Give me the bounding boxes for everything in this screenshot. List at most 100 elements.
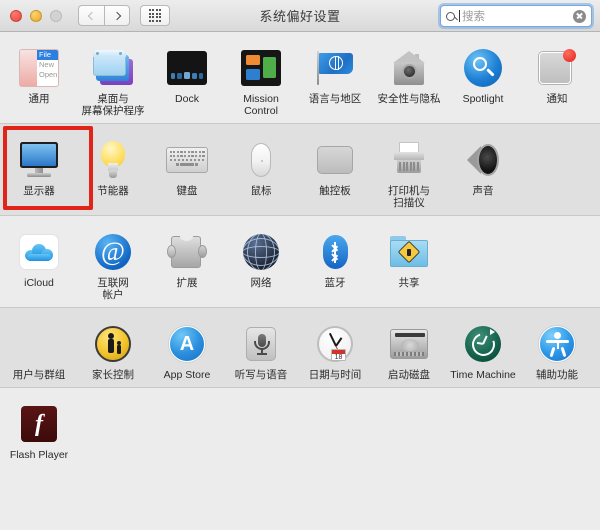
pref-item-startup-disk[interactable]: 启动磁盘 xyxy=(372,318,446,381)
pref-item-label: Flash Player xyxy=(9,449,69,461)
displays-icon xyxy=(17,138,61,182)
time-machine-icon xyxy=(461,322,505,366)
keyboard-icon xyxy=(165,138,209,182)
pref-item-sharing[interactable]: 共享 xyxy=(372,226,446,301)
pref-item-icloud[interactable]: iCloud xyxy=(2,226,76,301)
desktop-screensaver-icon xyxy=(91,46,135,90)
startup-disk-icon xyxy=(387,322,431,366)
pref-row-hardware: 显示器 节能器 键盘 鼠标 触控板 打印机与 扫描仪 声音 xyxy=(0,124,600,216)
mission-control-icon xyxy=(239,46,283,90)
text-caret xyxy=(459,10,460,22)
pref-item-label: 用户与群组 xyxy=(12,369,66,381)
pref-item-extensions[interactable]: 扩展 xyxy=(150,226,224,301)
pref-item-label: 互联网 帐户 xyxy=(97,277,129,301)
users-groups-icon xyxy=(17,322,61,366)
pref-item-notifications[interactable]: 通知 xyxy=(520,42,594,117)
pref-item-spotlight[interactable]: Spotlight xyxy=(446,42,520,117)
pref-item-label: 通用 xyxy=(28,93,50,105)
pref-item-parental-controls[interactable]: 家长控制 xyxy=(76,318,150,381)
pref-item-app-store[interactable]: A App Store xyxy=(150,318,224,381)
date-badge: 18 xyxy=(334,353,343,361)
pref-item-dock[interactable]: Dock xyxy=(150,42,224,117)
pref-item-label: 通知 xyxy=(546,93,568,105)
sound-icon xyxy=(461,138,505,182)
pref-item-label: 网络 xyxy=(250,277,272,289)
pref-item-label: Spotlight xyxy=(462,93,504,105)
pref-item-label: Dock xyxy=(175,93,199,105)
chevron-left-icon xyxy=(87,11,96,20)
dictation-speech-icon xyxy=(239,322,283,366)
pref-item-label: 日期与时间 xyxy=(308,369,362,381)
forward-button[interactable] xyxy=(104,5,130,26)
extensions-icon xyxy=(165,230,209,274)
show-all-button[interactable] xyxy=(140,5,170,26)
pref-row-personal: File New Open 通用 桌面与 屏幕保护程序 Dock Mission… xyxy=(0,32,600,124)
pref-item-bluetooth[interactable]: 蓝牙 xyxy=(298,226,372,301)
pref-row-internet-wireless: iCloud @ 互联网 帐户 扩展 网络 蓝牙 共享 xyxy=(0,216,600,308)
security-privacy-icon xyxy=(387,46,431,90)
pref-item-label: Time Machine xyxy=(450,369,516,381)
pref-item-label: 节能器 xyxy=(97,185,129,197)
pref-item-sound[interactable]: 声音 xyxy=(446,134,520,209)
pref-item-desktop-screensaver[interactable]: 桌面与 屏幕保护程序 xyxy=(76,42,150,117)
navigation-button-group xyxy=(78,5,130,26)
pref-item-printers-scanners[interactable]: 打印机与 扫描仪 xyxy=(372,134,446,209)
pref-item-date-time[interactable]: 18 日期与时间 xyxy=(298,318,372,381)
pref-item-label: 鼠标 xyxy=(250,185,272,197)
pref-item-label: 安全性与隐私 xyxy=(377,93,441,105)
pref-item-label: 键盘 xyxy=(176,185,198,197)
pref-item-label: 蓝牙 xyxy=(324,277,346,289)
search-field-wrapper[interactable]: 搜索 xyxy=(440,5,592,27)
preferences-grid: File New Open 通用 桌面与 屏幕保护程序 Dock Mission… xyxy=(0,32,600,530)
trackpad-icon xyxy=(313,138,357,182)
pref-item-language-region[interactable]: 语言与地区 xyxy=(298,42,372,117)
notifications-icon xyxy=(535,46,579,90)
chevron-right-icon xyxy=(112,11,122,20)
general-icon: File New Open xyxy=(17,46,61,90)
network-icon xyxy=(239,230,283,274)
pref-item-label: 家长控制 xyxy=(92,369,134,381)
pref-item-label: App Store xyxy=(163,369,211,381)
pref-row-other: f Flash Player xyxy=(0,388,600,467)
minimize-button[interactable] xyxy=(30,9,42,22)
zoom-button[interactable] xyxy=(50,9,62,22)
back-button[interactable] xyxy=(78,5,104,26)
sharing-icon xyxy=(387,230,431,274)
pref-item-keyboard[interactable]: 键盘 xyxy=(150,134,224,209)
pref-item-label: 桌面与 屏幕保护程序 xyxy=(81,93,145,117)
spotlight-icon xyxy=(461,46,505,90)
pref-item-label: 显示器 xyxy=(23,185,55,197)
pref-item-displays[interactable]: 显示器 xyxy=(2,126,93,210)
pref-item-trackpad[interactable]: 触控板 xyxy=(298,134,372,209)
pref-item-mouse[interactable]: 鼠标 xyxy=(224,134,298,209)
pref-item-general[interactable]: File New Open 通用 xyxy=(2,42,76,117)
energy-saver-icon xyxy=(91,138,135,182)
pref-item-mission-control[interactable]: Mission Control xyxy=(224,42,298,117)
pref-item-label: iCloud xyxy=(24,277,54,289)
printers-scanners-icon xyxy=(387,138,431,182)
search-field[interactable]: 搜索 xyxy=(440,5,592,27)
pref-item-security-privacy[interactable]: 安全性与隐私 xyxy=(372,42,446,117)
pref-item-time-machine[interactable]: Time Machine xyxy=(446,318,520,381)
pref-item-flash-player[interactable]: f Flash Player xyxy=(2,398,76,461)
close-button[interactable] xyxy=(10,9,22,22)
clear-icon[interactable] xyxy=(573,9,586,23)
pref-item-dictation-speech[interactable]: 听写与语音 xyxy=(224,318,298,381)
parental-controls-icon xyxy=(91,322,135,366)
pref-item-label: 扩展 xyxy=(176,277,198,289)
pref-item-label: 打印机与 扫描仪 xyxy=(388,185,430,209)
dock-icon xyxy=(165,46,209,90)
pref-row-system: 用户与群组 家长控制 A App Store 听写与语音 18 日期与时间 启动… xyxy=(0,308,600,388)
pref-item-network[interactable]: 网络 xyxy=(224,226,298,301)
pref-item-label: 触控板 xyxy=(319,185,351,197)
search-placeholder: 搜索 xyxy=(462,11,485,23)
pref-item-accessibility[interactable]: 辅助功能 xyxy=(520,318,594,381)
pref-item-users-groups[interactable]: 用户与群组 xyxy=(2,318,76,381)
app-store-icon: A xyxy=(165,322,209,366)
mouse-icon xyxy=(239,138,283,182)
language-region-icon xyxy=(313,46,357,90)
pref-item-label: 语言与地区 xyxy=(308,93,362,105)
pref-item-energy-saver[interactable]: 节能器 xyxy=(76,134,150,209)
pref-item-internet-accounts[interactable]: @ 互联网 帐户 xyxy=(76,226,150,301)
search-icon xyxy=(446,11,455,21)
